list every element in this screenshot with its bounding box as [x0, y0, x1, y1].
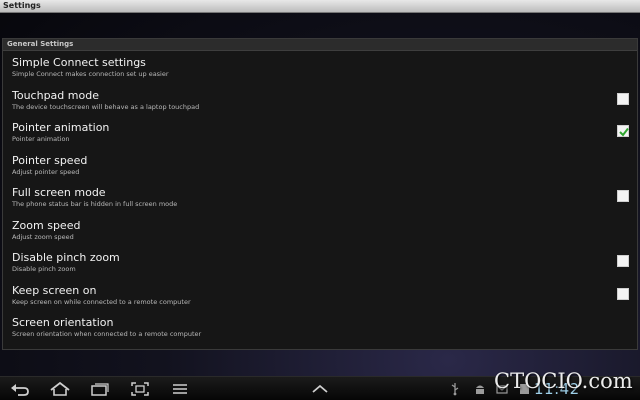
- setting-title: Full screen mode: [12, 186, 106, 199]
- home-icon[interactable]: [49, 381, 71, 397]
- watermark: CTOCIO.com: [494, 369, 633, 393]
- screenshot-icon[interactable]: [129, 381, 151, 397]
- recent-apps-icon[interactable]: [89, 381, 111, 397]
- setting-description: Pointer animation: [12, 135, 70, 143]
- setting-checkbox[interactable]: [617, 190, 629, 202]
- setting-description: Adjust pointer speed: [12, 167, 80, 176]
- setting-checkbox[interactable]: [617, 125, 629, 137]
- setting-description: Screen orientation when connected to a r…: [12, 330, 202, 338]
- setting-checkbox[interactable]: [617, 92, 629, 105]
- setting-title: Touchpad mode: [12, 88, 99, 102]
- setting-title: Simple Connect settings: [12, 56, 146, 69]
- settings-list: Simple Connect settings Simple Connect ma…: [3, 51, 637, 344]
- setting-title: Screen orientation: [12, 316, 114, 329]
- settings-row[interactable]: Full screen mode The phone status bar is …: [3, 181, 637, 214]
- settings-row[interactable]: Simple Connect settings Simple Connect ma…: [3, 51, 637, 84]
- settings-row[interactable]: Keep screen on Keep screen on while conne…: [3, 279, 637, 312]
- settings-row[interactable]: Pointer animation Pointer animation: [3, 116, 637, 149]
- settings-panel: General Settings Simple Connect settings…: [2, 38, 638, 350]
- setting-description: Adjust zoom speed: [12, 232, 74, 241]
- section-header: General Settings: [3, 39, 637, 51]
- setting-checkbox[interactable]: [617, 287, 629, 300]
- window-title: Settings: [3, 1, 41, 10]
- settings-screen: Settings General Settings Simple Connect…: [0, 0, 640, 400]
- settings-row[interactable]: Touchpad mode The device touchscreen will…: [3, 84, 637, 117]
- setting-description: The device touchscreen will behave as a …: [12, 102, 200, 111]
- setting-description: Keep screen on while connected to a remo…: [12, 297, 191, 306]
- back-icon[interactable]: [9, 381, 31, 397]
- settings-row[interactable]: Screen orientation Screen orientation whe…: [3, 311, 637, 344]
- settings-row[interactable]: Pointer speed Adjust pointer speed: [3, 149, 637, 182]
- setting-description: Disable pinch zoom: [12, 265, 76, 273]
- setting-title: Zoom speed: [12, 218, 81, 232]
- checkmark-icon: [619, 127, 629, 137]
- setting-description: Simple Connect makes connection set up e…: [12, 70, 169, 78]
- menu-icon[interactable]: [169, 381, 191, 397]
- setting-title: Pointer animation: [12, 121, 110, 134]
- setting-checkbox[interactable]: [617, 255, 629, 267]
- title-bar: Settings: [0, 0, 640, 13]
- setting-title: Keep screen on: [12, 283, 97, 297]
- settings-row[interactable]: Disable pinch zoom Disable pinch zoom: [3, 246, 637, 279]
- setting-title: Pointer speed: [12, 153, 88, 167]
- settings-row[interactable]: Zoom speed Adjust zoom speed: [3, 214, 637, 247]
- setting-title: Disable pinch zoom: [12, 251, 120, 264]
- android-icon: [476, 385, 484, 394]
- setting-description: The phone status bar is hidden in full s…: [12, 200, 178, 208]
- usb-icon: [451, 383, 459, 396]
- chevron-up-icon[interactable]: [309, 381, 331, 397]
